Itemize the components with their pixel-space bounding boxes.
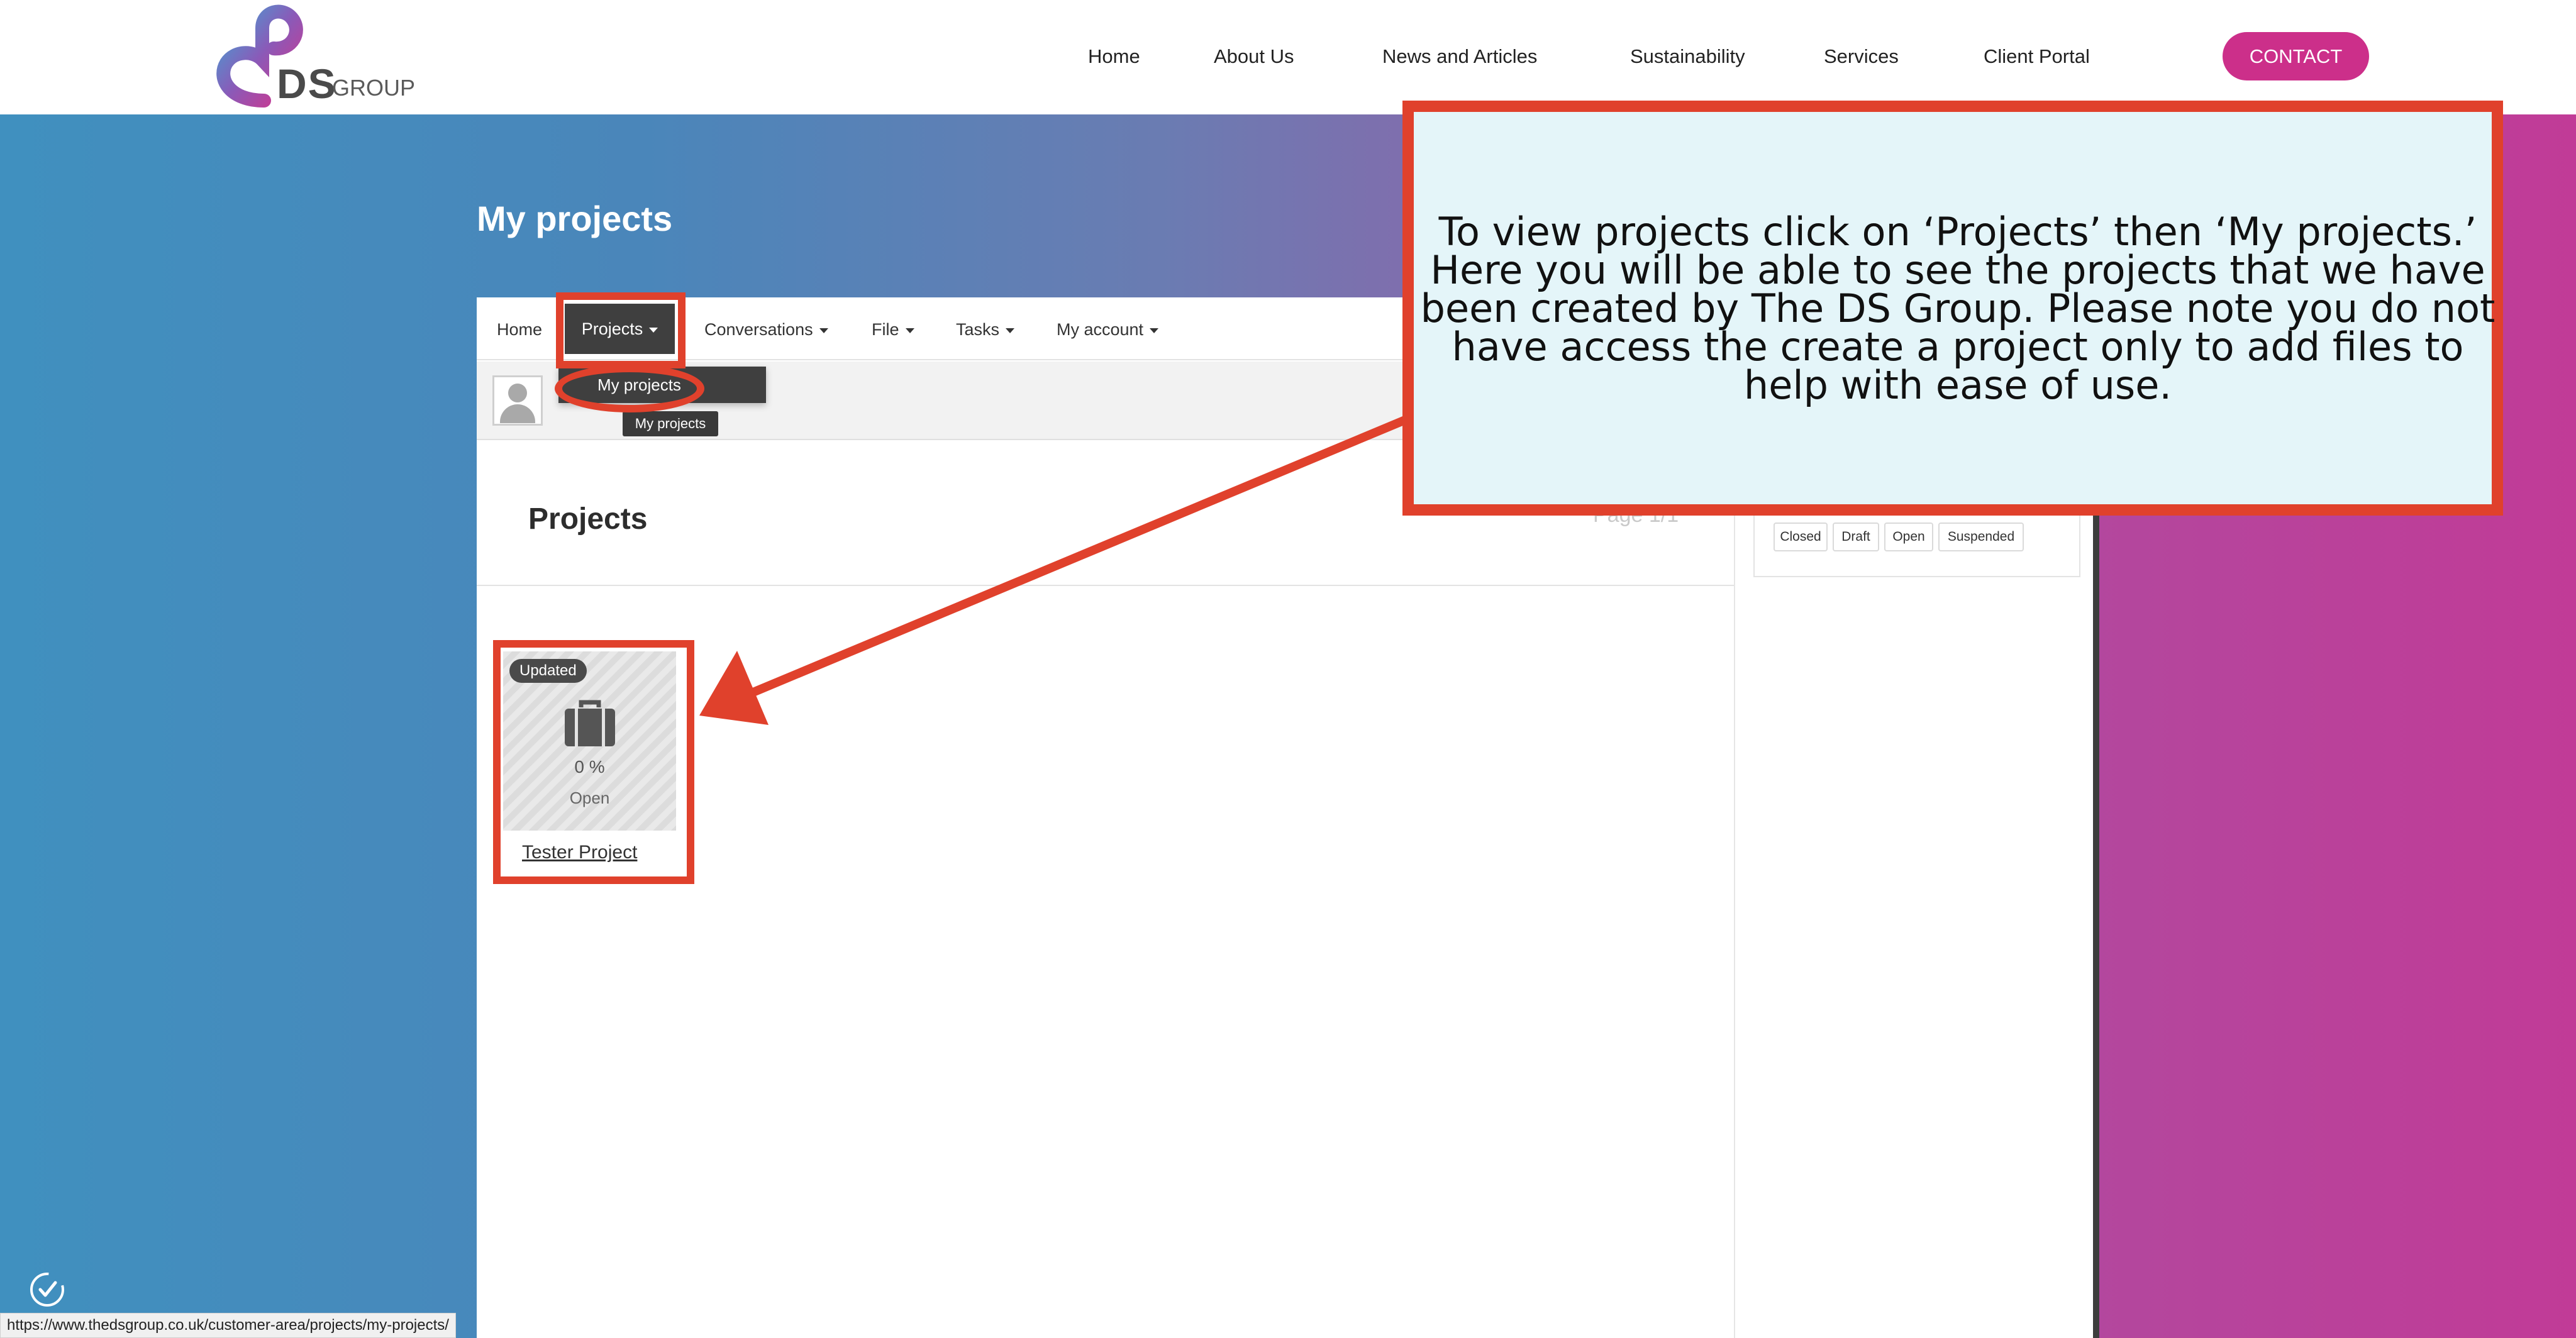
filter-closed[interactable]: Closed [1774,522,1828,551]
logo-text: DS [277,60,337,107]
column-divider [1734,440,1735,1338]
avatar-body-icon [500,404,535,423]
nav-about-us[interactable]: About Us [1214,45,1294,68]
highlight-projects-tab [556,292,686,368]
highlight-project-card [493,640,694,884]
projects-heading: Projects [528,502,648,536]
panel-edge [2093,395,2099,1338]
caret-down-icon [905,328,914,333]
portal-nav-conversations[interactable]: Conversations [704,320,828,340]
site-header: DS GROUP Home About Us News and Articles… [0,0,2576,114]
portal-nav-tasks[interactable]: Tasks [956,320,1015,340]
portal-nav-my-account-label: My account [1057,320,1144,339]
filter-open[interactable]: Open [1884,522,1933,551]
portal-nav-file[interactable]: File [872,320,914,340]
nav-services[interactable]: Services [1824,45,1899,68]
avatar[interactable] [492,375,543,426]
portal-nav-home[interactable]: Home [497,320,542,340]
nav-home[interactable]: Home [1088,45,1140,68]
tooltip-my-projects: My projects [623,411,718,436]
page-title: My projects [477,199,673,238]
cookie-settings-icon[interactable] [28,1270,67,1309]
portal-nav-my-account[interactable]: My account [1057,320,1159,340]
callout-text: To view projects click on ‘Projects’ the… [1420,209,2496,408]
highlight-my-projects-item [555,365,704,412]
status-bar-url: https://www.thedsgroup.co.uk/customer-ar… [0,1313,456,1338]
avatar-head-icon [508,384,527,402]
nav-client-portal[interactable]: Client Portal [1984,45,2090,68]
filter-draft[interactable]: Draft [1833,522,1879,551]
nav-news-articles[interactable]: News and Articles [1382,45,1537,68]
portal-nav-tasks-label: Tasks [956,320,1000,339]
nav-sustainability[interactable]: Sustainability [1630,45,1745,68]
contact-button[interactable]: CONTACT [2223,32,2369,80]
filter-suspended[interactable]: Suspended [1938,522,2024,551]
caret-down-icon [1006,328,1015,333]
caret-down-icon [819,328,828,333]
portal-nav-file-label: File [872,320,899,339]
instruction-callout: To view projects click on ‘Projects’ the… [1402,101,2503,516]
portal-nav-conversations-label: Conversations [704,320,813,339]
logo-subtext: GROUP [332,75,416,101]
caret-down-icon [1150,328,1159,333]
divider [477,585,1734,586]
